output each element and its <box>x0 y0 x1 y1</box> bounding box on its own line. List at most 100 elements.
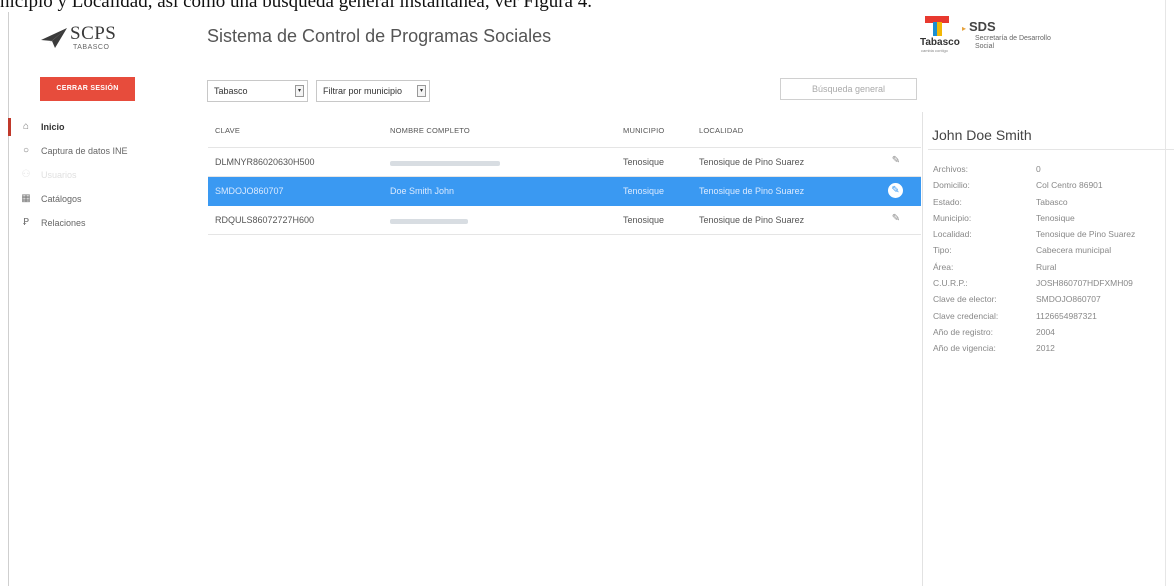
state-select-value: Tabasco <box>214 86 248 96</box>
field-value: 2004 <box>1036 326 1055 337</box>
cell-municipio: Tenosique <box>623 186 665 196</box>
field-label: Estado: <box>933 196 962 207</box>
field-label: Área: <box>933 261 954 272</box>
field-label: Municipio: <box>933 212 972 223</box>
column-header-municipio[interactable]: MUNICIPIO <box>623 126 664 135</box>
column-header-localidad[interactable]: LOCALIDAD <box>699 126 743 135</box>
brand-sds: SDS <box>969 19 996 34</box>
state-select[interactable]: Tabasco ▾ <box>207 80 308 102</box>
field-label: Clave de elector: <box>933 294 997 305</box>
detail-fields: Archivos: 0 Domicilio: Col Centro 86901 Es… <box>933 164 1173 360</box>
detail-field: Año de vigencia: 2012 <box>933 343 1173 359</box>
detail-field: Tipo: Cabecera municipal <box>933 245 1173 261</box>
users-icon: ⚇ <box>21 169 31 180</box>
search-placeholder: Búsqueda general <box>811 84 886 94</box>
sidebar-item-usuarios: ⚇ Usuarios <box>9 163 199 187</box>
sidebar-item-label: Relaciones <box>41 218 86 228</box>
sidebar: ⌂ Inicio ○ Captura de datos INE ⚇ Usuari… <box>8 115 199 235</box>
cell-municipio: Tenosique <box>623 215 665 225</box>
redacted-name <box>390 219 468 224</box>
redacted-name <box>390 161 500 166</box>
detail-field: Localidad: Tenosique de Pino Suarez <box>933 229 1173 245</box>
field-label: Tipo: <box>933 245 952 256</box>
field-label: C.U.R.P.: <box>933 278 968 289</box>
table-icon: ▦ <box>21 193 31 204</box>
sidebar-item-catalogos[interactable]: ▦ Catálogos <box>9 187 199 211</box>
sidebar-item-captura[interactable]: ○ Captura de datos INE <box>9 139 199 163</box>
table-row[interactable]: RDQULS86072727H600 Tenosique Tenosique d… <box>208 206 921 235</box>
detail-field: Municipio: Tenosique <box>933 213 1173 229</box>
field-value: Tenosique de Pino Suarez <box>1036 229 1136 240</box>
detail-field: Estado: Tabasco <box>933 197 1173 213</box>
sidebar-item-label: Usuarios <box>41 170 77 180</box>
chevron-right-icon: ▸ <box>962 24 967 33</box>
sidebar-item-label: Captura de datos INE <box>41 146 128 156</box>
field-label: Domicilio: <box>933 180 970 191</box>
cell-municipio: Tenosique <box>623 157 665 167</box>
field-label: Archivos: <box>933 164 968 174</box>
detail-field: Clave credencial: 1126654987321 <box>933 311 1173 327</box>
detail-field: Área: Rural <box>933 262 1173 278</box>
table-header: CLAVE NOMBRE COMPLETO MUNICIPIO LOCALIDA… <box>208 116 921 148</box>
scps-logo: SCPS TABASCO <box>41 22 131 56</box>
field-value: JOSH860707HDFXMH09 <box>1036 278 1133 289</box>
circle-icon: ○ <box>22 145 30 156</box>
brand-sds-subtitle: Secretaría de Desarrollo Social <box>975 35 1051 50</box>
municipio-select[interactable]: Filtrar por municipio ▾ <box>316 80 430 102</box>
logo-title: SCPS <box>70 23 117 44</box>
logo-subtitle: TABASCO <box>73 44 110 51</box>
window-edge <box>1165 0 1166 586</box>
field-value: 1126654987321 <box>1036 310 1097 321</box>
field-label: Año de registro: <box>933 326 994 337</box>
field-value: Tabasco <box>1036 196 1068 207</box>
divider <box>928 149 1174 150</box>
municipio-select-value: Filtrar por municipio <box>323 86 403 96</box>
sidebar-item-inicio[interactable]: ⌂ Inicio <box>8 115 199 139</box>
sidebar-item-label: Inicio <box>41 122 65 132</box>
detail-name: John Doe Smith <box>932 127 1032 143</box>
column-header-nombre[interactable]: NOMBRE COMPLETO <box>390 126 470 135</box>
field-value: Rural <box>1036 261 1057 272</box>
detail-field: Año de registro: 2004 <box>933 327 1173 343</box>
relations-icon: Ꝑ <box>22 217 30 228</box>
field-value: SMDOJO860707 <box>1036 294 1101 305</box>
field-label: Localidad: <box>933 229 972 240</box>
search-input[interactable]: Búsqueda general <box>780 78 917 100</box>
brand-tagline: cambia contigo <box>921 48 948 53</box>
cell-nombre: Doe Smith John <box>390 186 455 196</box>
field-value: 0 <box>1036 164 1041 174</box>
field-value: Cabecera municipal <box>1036 245 1112 256</box>
field-value: Tenosique <box>1036 212 1075 223</box>
cell-localidad: Tenosique de Pino Suarez <box>699 157 805 167</box>
chevron-down-icon: ▾ <box>417 85 426 97</box>
sidebar-item-relaciones[interactable]: Ꝑ Relaciones <box>9 211 199 235</box>
column-header-clave[interactable]: CLAVE <box>215 126 240 135</box>
detail-field: Archivos: 0 <box>933 164 1173 180</box>
detail-panel: John Doe Smith Archivos: 0 Domicilio: Col … <box>922 112 1174 586</box>
government-brand: Tabasco cambia contigo ▸ SDS Secretaría … <box>920 16 1080 60</box>
sidebar-item-label: Catálogos <box>41 194 82 204</box>
logout-button[interactable]: CERRAR SESIÓN <box>40 77 135 101</box>
edit-icon[interactable]: ✎ <box>890 155 902 167</box>
brand-state: Tabasco <box>920 37 960 48</box>
table-row-selected[interactable]: SMDOJO860707 Doe Smith John Tenosique Te… <box>208 177 921 206</box>
detail-field: Domicilio: Col Centro 86901 <box>933 180 1173 196</box>
home-icon: ⌂ <box>22 121 30 132</box>
table-row[interactable]: DLMNYR86020630H500 Tenosique Tenosique d… <box>208 148 921 177</box>
detail-field: Clave de elector: SMDOJO860707 <box>933 294 1173 310</box>
field-label: Clave credencial: <box>933 310 999 321</box>
beneficiaries-table: CLAVE NOMBRE COMPLETO MUNICIPIO LOCALIDA… <box>208 116 921 235</box>
page-title: Sistema de Control de Programas Sociales <box>207 26 552 46</box>
cell-clave: SMDOJO860707 <box>215 186 284 196</box>
edit-icon[interactable]: ✎ <box>888 183 903 198</box>
app-window: SCPS TABASCO Sistema de Control de Progr… <box>8 12 1174 586</box>
field-value: 2012 <box>1036 343 1055 354</box>
cell-localidad: Tenosique de Pino Suarez <box>699 186 805 196</box>
cell-clave: DLMNYR86020630H500 <box>215 157 315 167</box>
field-value: Col Centro 86901 <box>1036 180 1103 191</box>
cell-clave: RDQULS86072727H600 <box>215 215 315 225</box>
field-label: Año de vigencia: <box>933 343 996 354</box>
paper-plane-icon <box>41 28 67 48</box>
edit-icon[interactable]: ✎ <box>890 213 902 225</box>
cell-localidad: Tenosique de Pino Suarez <box>699 215 805 225</box>
